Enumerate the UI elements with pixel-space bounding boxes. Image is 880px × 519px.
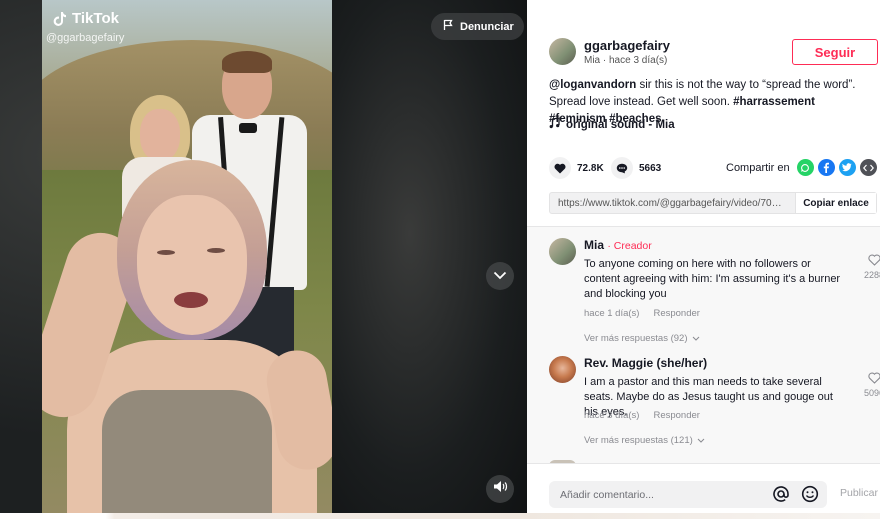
comment-stat[interactable]: 5663 [611,157,661,179]
video-blurred-background-right [332,0,527,519]
author-avatar[interactable] [549,38,576,65]
tiktok-brand-text: TikTok [72,10,119,27]
video-panel[interactable]: TikTok @ggarbagefairy Denunciar [0,0,527,519]
chevron-down-icon [493,267,507,285]
comment-list[interactable]: Mia · Creador To anyone coming on here w… [527,227,880,463]
video-frame[interactable] [42,0,332,519]
post-comment-button[interactable]: Publicar [840,487,878,499]
comment-time: hace 3 día(s) [584,410,640,421]
copy-link-button[interactable]: Copiar enlace [795,193,876,213]
music-note-icon [549,117,560,132]
share-label: Compartir en [726,161,790,174]
comment-meta: hace 3 día(s) Responder [584,410,700,421]
commenter-name[interactable]: Rev. Maggie (she/her) [584,356,707,370]
embed-code-icon[interactable] [859,159,877,176]
watermark-handle: @ggarbagefairy [46,32,125,44]
commenter-avatar[interactable] [549,238,576,265]
details-panel: ggarbagefairy Mia · hace 3 día(s) Seguir… [527,0,880,519]
share-link-url[interactable]: https://www.tiktok.com/@ggarbagefairy/vi… [550,193,795,213]
reply-button[interactable]: Responder [653,308,699,319]
comment-meta: hace 1 día(s) Responder [584,308,700,319]
chevron-down-icon [697,435,705,446]
view-more-replies[interactable]: Ver más respuestas (92) [584,333,700,344]
video-creator-figure [42,160,332,519]
report-button[interactable]: Denunciar [431,13,524,40]
tiktok-watermark-logo: TikTok [52,10,119,27]
chevron-down-icon [692,333,700,344]
tiktok-video-page: TikTok @ggarbagefairy Denunciar ggarbage… [0,0,880,519]
comment-count: 5663 [639,162,662,174]
like-count: 72.8K [577,162,604,174]
report-label: Denunciar [460,20,514,33]
reply-button[interactable]: Responder [653,410,699,421]
commenter-name[interactable]: Mia · Creador [584,238,652,252]
tiktok-note-icon [52,11,68,27]
like-stat[interactable]: 72.8K [549,157,604,179]
heart-icon [549,157,571,179]
author-meta: Mia · hace 3 día(s) [584,55,668,66]
comment-text: To anyone coming on here with no followe… [584,258,841,300]
share-link-box: https://www.tiktok.com/@ggarbagefairy/vi… [549,192,877,214]
comment-like[interactable]: 2288 [859,254,880,280]
comment-like-count: 5096 [863,388,880,398]
next-video-button[interactable] [486,262,514,290]
page-bottom-edge [0,513,880,519]
description-mention[interactable]: @loganvandorn [549,79,636,91]
follow-button[interactable]: Seguir [792,39,878,65]
comment-like[interactable]: 5096 [859,372,880,398]
speaker-icon [493,480,508,498]
twitter-icon[interactable] [838,159,856,176]
flag-icon [443,19,454,34]
comment-like-count: 2288 [863,270,880,280]
sound-title: original sound - Mia [566,118,675,131]
view-more-replies[interactable]: Ver más respuestas (121) [584,435,705,446]
creator-badge: · Creador [607,240,652,252]
comment-bubble-icon [611,157,633,179]
volume-button[interactable] [486,475,514,503]
mention-icon[interactable] [772,485,790,503]
comment-time: hace 1 día(s) [584,308,640,319]
sound-link[interactable]: original sound - Mia [549,117,675,132]
facebook-icon[interactable] [817,159,835,176]
author-username[interactable]: ggarbagefairy [584,38,670,53]
share-row: Compartir en [726,159,877,176]
comment-composer: Publicar [527,463,880,519]
commenter-avatar[interactable] [549,356,576,383]
emoji-icon[interactable] [801,485,819,503]
heart-outline-icon [859,372,880,386]
whatsapp-icon[interactable] [796,159,814,176]
heart-outline-icon [859,254,880,268]
